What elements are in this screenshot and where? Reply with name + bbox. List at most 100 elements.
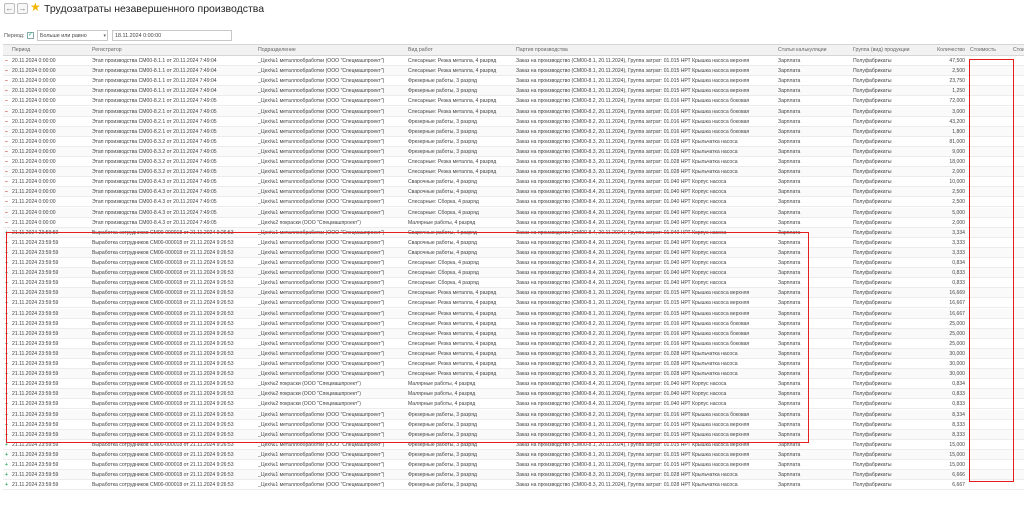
forward-button[interactable]: → bbox=[17, 3, 28, 14]
table-row[interactable]: +21.11.2024 23:59:59 Выработка сотруднико… bbox=[3, 319, 1024, 329]
table-row[interactable]: +21.11.2024 23:59:59 Выработка сотруднико… bbox=[3, 298, 1024, 309]
table-row[interactable]: −21.11.2024 0:00:00 Этап производства СМ0… bbox=[3, 177, 1024, 188]
cell-quantity: 25,000 bbox=[949, 330, 965, 337]
row-sign: − bbox=[5, 179, 8, 186]
table-row[interactable]: −21.11.2024 0:00:00 Этап производства СМ0… bbox=[3, 197, 1024, 208]
table-row[interactable]: +21.11.2024 23:59:59 Выработка сотруднико… bbox=[3, 247, 1024, 258]
table-row[interactable]: −20.11.2024 0:00:00 Этап производства СМ0… bbox=[3, 126, 1024, 137]
column-header-work-type[interactable]: Вид работ bbox=[408, 45, 514, 55]
cell-cost-item: Зарплата bbox=[778, 330, 801, 337]
cell-cost-item: Зарплата bbox=[778, 199, 801, 206]
table-row[interactable]: −20.11.2024 0:00:00 Этап производства СМ0… bbox=[3, 137, 1024, 147]
star-icon[interactable]: ★ bbox=[30, 1, 41, 14]
cell-period: 21.11.2024 23:59:59 bbox=[12, 270, 59, 277]
column-header-quantity[interactable]: Количество bbox=[930, 45, 965, 55]
table-row[interactable]: −20.11.2024 0:00:00 Этап производства СМ0… bbox=[3, 146, 1024, 157]
table-row[interactable]: +21.11.2024 23:59:59 Выработка сотруднико… bbox=[3, 389, 1024, 400]
filter-condition-select[interactable]: Больше или равно ▾ bbox=[37, 30, 108, 41]
table-row[interactable]: −20.11.2024 0:00:00 Этап производства СМ0… bbox=[3, 106, 1024, 117]
cell-department: _Цех№2 покраски (ООО "Спецмашпроект") bbox=[258, 219, 361, 226]
table-row[interactable]: +21.11.2024 23:59:59 Выработка сотруднико… bbox=[3, 348, 1024, 359]
table-row[interactable]: +21.11.2024 23:59:59 Выработка сотруднико… bbox=[3, 420, 1024, 430]
table-row[interactable]: +21.11.2024 23:59:59 Выработка сотруднико… bbox=[3, 288, 1024, 299]
row-sign: − bbox=[5, 68, 8, 75]
cell-period: 21.11.2024 23:59:59 bbox=[12, 431, 59, 438]
table-row[interactable]: +21.11.2024 23:59:59 Выработка сотруднико… bbox=[3, 339, 1024, 349]
cell-registrator: Этап производства СМ00-8.2.1 от 20.11.20… bbox=[92, 118, 217, 125]
cell-registrator: Выработка сотрудников СМ00-000018 от 21.… bbox=[92, 249, 234, 256]
table-row[interactable]: −20.11.2024 0:00:00 Этап производства СМ0… bbox=[3, 167, 1024, 178]
table-row[interactable]: −20.11.2024 0:00:00 Этап производства СМ0… bbox=[3, 86, 1024, 97]
table-row[interactable]: −21.11.2024 0:00:00 Этап производства СМ0… bbox=[3, 218, 1024, 228]
table-row[interactable]: +21.11.2024 23:59:59 Выработка сотруднико… bbox=[3, 460, 1024, 471]
table-row[interactable]: +21.11.2024 23:59:59 Выработка сотруднико… bbox=[3, 258, 1024, 269]
table-row[interactable]: +21.11.2024 23:59:59 Выработка сотруднико… bbox=[3, 399, 1024, 410]
table-row[interactable]: +21.11.2024 23:59:59 Выработка сотруднико… bbox=[3, 268, 1024, 279]
cell-cost-item: Зарплата bbox=[778, 159, 801, 165]
cell-registrator: Выработка сотрудников СМ00-000018 от 21.… bbox=[92, 330, 234, 337]
cell-cost-item: Зарплата bbox=[778, 451, 801, 458]
table-row[interactable]: +21.11.2024 23:59:59 Выработка сотруднико… bbox=[3, 470, 1024, 481]
table-row[interactable]: +21.11.2024 23:59:59 Выработка сотруднико… bbox=[3, 429, 1024, 440]
cell-registrator: Выработка сотрудников СМ00-000018 от 21.… bbox=[92, 361, 234, 367]
cell-department: _Цех№1 металлообработки (ООО "Спецмашпро… bbox=[258, 199, 385, 206]
column-header-registrator[interactable]: Регистратор bbox=[92, 45, 254, 55]
cell-cost-item: Зарплата bbox=[778, 320, 801, 327]
cell-cost-item: Зарплата bbox=[778, 219, 801, 226]
cell-department: _Цех№1 металлообработки (ООО "Спецмашпро… bbox=[258, 229, 385, 236]
column-header-cost-item[interactable]: Статья калькуляции bbox=[778, 45, 852, 55]
cell-work-type: Сварочные работы, 4 разряд bbox=[408, 249, 477, 256]
cell-period: 21.11.2024 23:59:59 bbox=[12, 451, 59, 458]
cell-department: _Цех№1 металлообработки (ООО "Спецмашпро… bbox=[258, 330, 385, 337]
table-row[interactable]: −20.11.2024 0:00:00 Этап производства СМ0… bbox=[3, 76, 1024, 87]
column-header-product-group[interactable]: Группа (вид) продукции bbox=[853, 45, 929, 55]
table-row[interactable]: −20.11.2024 0:00:00 Этап производства СМ0… bbox=[3, 117, 1024, 127]
table-row[interactable]: +21.11.2024 23:59:59 Выработка сотруднико… bbox=[3, 409, 1024, 420]
table-row[interactable]: −21.11.2024 0:00:00 Этап производства СМ0… bbox=[3, 187, 1024, 198]
row-sign: + bbox=[5, 421, 8, 428]
column-header-department[interactable]: Подразделение bbox=[258, 45, 406, 55]
cell-product-group: Полуфабрикаты bbox=[853, 361, 892, 367]
cell-product-group: Полуфабрикаты bbox=[853, 128, 892, 135]
cell-batch: Заказ на производство (СМ00-8.4, 20.11.2… bbox=[516, 179, 727, 186]
table-row[interactable]: +21.11.2024 23:59:59 Выработка сотруднико… bbox=[3, 359, 1024, 370]
cell-work-type: Фрезерные работы, 3 разряд bbox=[408, 451, 477, 458]
cell-product-group: Полуфабрикаты bbox=[853, 320, 892, 327]
column-header-batch[interactable]: Партия производства bbox=[516, 45, 776, 55]
cell-batch: Заказ на производство (СМ00-8.3, 20.11.2… bbox=[516, 159, 738, 165]
cell-registrator: Выработка сотрудников СМ00-000018 от 21.… bbox=[92, 401, 234, 408]
table-row[interactable]: +21.11.2024 23:59:59 Выработка сотруднико… bbox=[3, 308, 1024, 319]
cell-product-group: Полуфабрикаты bbox=[853, 138, 892, 145]
filter-date-input[interactable]: 18.11.2024 0:00:00 bbox=[112, 30, 232, 41]
filter-checkbox[interactable]: ✓ bbox=[27, 32, 34, 39]
cell-work-type: Слесарные: Резка металла, 4 разряд bbox=[408, 361, 497, 367]
table-row[interactable]: +21.11.2024 23:59:59 Выработка сотруднико… bbox=[3, 238, 1024, 248]
back-button[interactable]: ← bbox=[4, 3, 15, 14]
table-row[interactable]: −20.11.2024 0:00:00 Этап производства СМ0… bbox=[3, 56, 1024, 67]
table-row[interactable]: +21.11.2024 23:59:59 Выработка сотруднико… bbox=[3, 369, 1024, 380]
column-header-period[interactable]: Период bbox=[12, 45, 90, 55]
cell-department: _Цех№1 металлообработки (ООО "Спецмашпро… bbox=[258, 371, 385, 378]
cell-department: _Цех№1 металлообработки (ООО "Спецмашпро… bbox=[258, 290, 385, 297]
cell-cost-item: Зарплата bbox=[778, 361, 801, 367]
table-row[interactable]: +21.11.2024 23:59:59 Выработка сотруднико… bbox=[3, 278, 1024, 289]
cell-period: 20.11.2024 0:00:00 bbox=[12, 68, 56, 75]
table-row[interactable]: −20.11.2024 0:00:00 Этап производства СМ0… bbox=[3, 96, 1024, 107]
cell-product-group: Полуфабрикаты bbox=[853, 411, 892, 418]
cell-quantity: 18,000 bbox=[949, 159, 965, 165]
table-row[interactable]: +21.11.2024 23:59:59 Выработка сотруднико… bbox=[3, 328, 1024, 339]
table-row[interactable]: +21.11.2024 23:59:59 Выработка сотруднико… bbox=[3, 480, 1024, 491]
column-header-cost-2[interactable]: Стои bbox=[1013, 45, 1024, 55]
table-row[interactable]: −20.11.2024 0:00:00 Этап производства СМ0… bbox=[3, 157, 1024, 168]
table-row[interactable]: −20.11.2024 0:00:00 Этап производства СМ0… bbox=[3, 66, 1024, 77]
cell-work-type: Сварочные работы, 4 разряд bbox=[408, 239, 477, 246]
column-header-cost[interactable]: Стоимость bbox=[970, 45, 1010, 55]
cell-department: _Цех№1 металлообработки (ООО "Спецмашпро… bbox=[258, 310, 385, 317]
table-row[interactable]: +21.11.2024 23:59:59 Выработка сотруднико… bbox=[3, 379, 1024, 390]
table-row[interactable]: +21.11.2024 23:59:59 Выработка сотруднико… bbox=[3, 227, 1024, 238]
cell-cost-item: Зарплата bbox=[778, 78, 801, 85]
table-row[interactable]: +21.11.2024 23:59:59 Выработка сотруднико… bbox=[3, 440, 1024, 450]
table-row[interactable]: −21.11.2024 0:00:00 Этап производства СМ0… bbox=[3, 207, 1024, 218]
table-row[interactable]: +21.11.2024 23:59:59 Выработка сотруднико… bbox=[3, 449, 1024, 460]
cell-cost-item: Зарплата bbox=[778, 58, 801, 64]
